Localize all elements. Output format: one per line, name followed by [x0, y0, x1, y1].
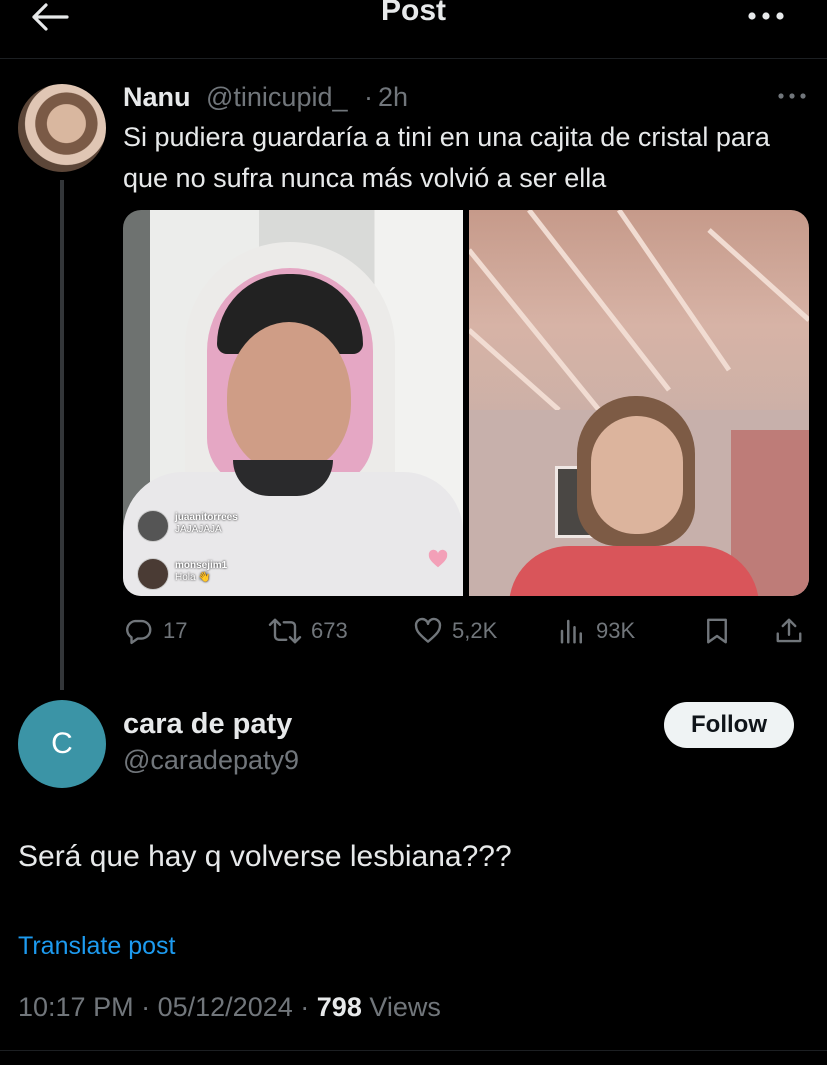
reply-author-avatar[interactable]: C [18, 700, 106, 788]
like-count: 5,2K [452, 618, 498, 643]
reply-icon [126, 619, 152, 645]
reply-count: 17 [163, 618, 188, 643]
divider [0, 1050, 827, 1051]
repost-icon [268, 618, 302, 644]
reply-button[interactable]: 17 [123, 614, 187, 648]
parent-media[interactable]: juaanitorrees JAJAJAJA monsejim1 Hola 👋 [123, 210, 809, 596]
share-icon [776, 618, 802, 643]
views-button[interactable]: 93K [556, 614, 635, 648]
media-photo-left[interactable]: juaanitorrees JAJAJAJA monsejim1 Hola 👋 [123, 210, 463, 596]
more-options-button[interactable] [742, 4, 790, 28]
parent-author-name[interactable]: Nanu [123, 82, 191, 113]
parent-timestamp[interactable]: 2h [378, 82, 408, 113]
parent-separator: · [364, 82, 373, 112]
repost-button[interactable]: 673 [267, 614, 348, 648]
page-title: Post [380, 0, 446, 27]
like-icon [414, 617, 442, 643]
reply-author-handle[interactable]: @caradepaty9 [123, 745, 299, 776]
more-icon [778, 93, 806, 99]
bookmark-icon [707, 618, 727, 644]
bookmark-button[interactable] [702, 614, 732, 648]
share-button[interactable] [774, 614, 804, 648]
parent-avatar[interactable] [18, 84, 106, 172]
more-icon [748, 12, 784, 20]
parent-more-button[interactable] [772, 86, 812, 106]
media-photo-right[interactable] [469, 210, 809, 596]
tweet-views-count[interactable]: 798 [317, 992, 362, 1022]
meta-separator: · [300, 992, 310, 1022]
reply-tweet-text: Será que hay q volverse lesbiana??? [18, 840, 512, 873]
heart-icon [427, 548, 449, 570]
repost-count: 673 [311, 618, 348, 643]
like-button[interactable]: 5,2K [412, 614, 497, 648]
live-comment-text: JAJAJAJA [175, 524, 222, 535]
views-icon [560, 619, 582, 644]
thread-connector [60, 180, 64, 690]
reply-author-name[interactable]: cara de paty [123, 708, 292, 741]
translate-post-link[interactable]: Translate post [18, 932, 175, 961]
live-comment-text: Hola 👋 [175, 572, 211, 583]
tweet-views-label: Views [369, 992, 441, 1022]
tweet-meta: 10:17 PM · 05/12/2024 · 798 Views [18, 992, 441, 1023]
follow-button[interactable]: Follow [664, 702, 794, 748]
meta-separator: · [141, 992, 151, 1022]
tweet-time: 10:17 PM [18, 992, 134, 1022]
live-comment-user: monsejim1 [175, 560, 228, 571]
parent-tweet-text: Si pudiera guardaría a tini en una cajit… [123, 122, 770, 193]
tweet-date: 05/12/2024 [157, 992, 293, 1022]
views-count: 93K [596, 618, 636, 643]
live-comment-user: juaanitorrees [175, 512, 238, 523]
ceiling-beams [469, 210, 809, 410]
parent-author-handle[interactable]: @tinicupid_ [206, 82, 348, 113]
